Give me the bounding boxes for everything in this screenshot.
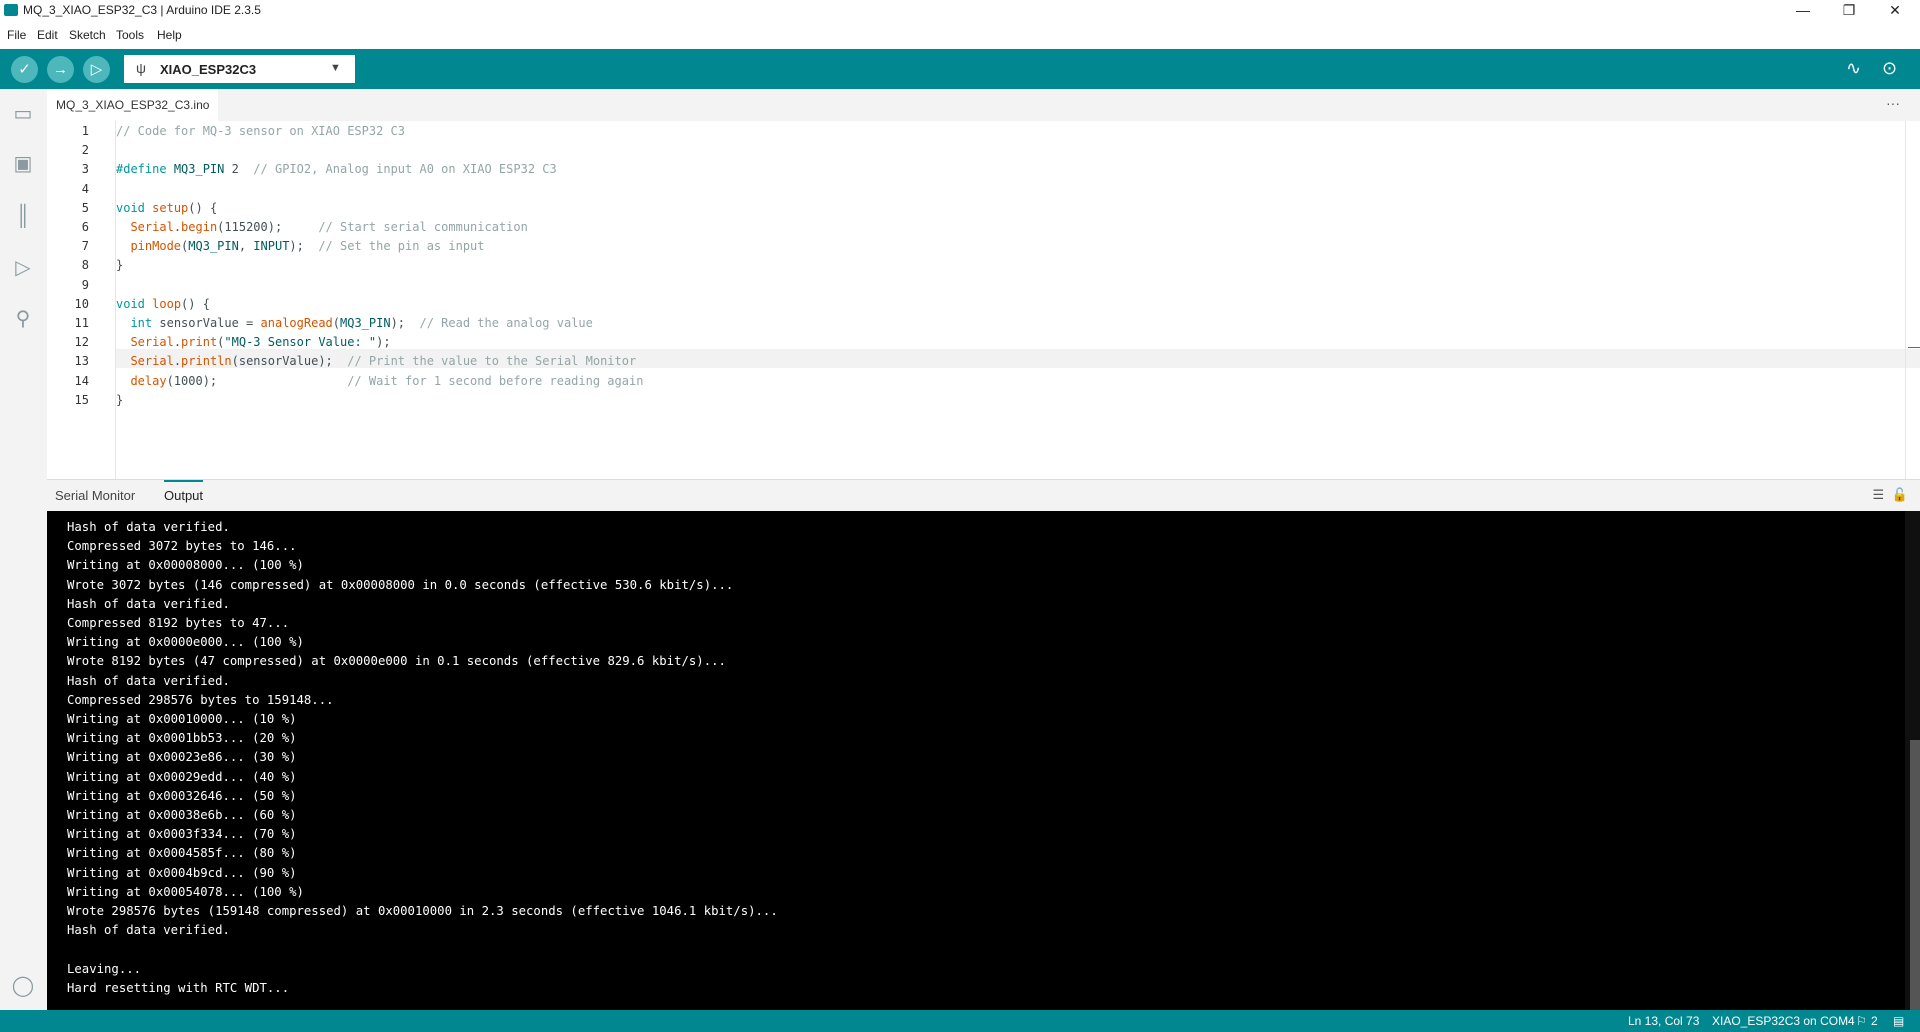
- output-line: Compressed 3072 bytes to 146...: [67, 539, 297, 554]
- output-line: Hash of data verified.: [67, 673, 230, 688]
- line-number: 10: [74, 296, 89, 311]
- line-number: 4: [81, 181, 89, 196]
- menu-file[interactable]: File: [7, 28, 26, 42]
- board-selector[interactable]: ψ XIAO_ESP32C3 ▼: [124, 55, 355, 83]
- verify-icon[interactable]: ✓: [11, 56, 38, 83]
- usb-icon: ψ: [136, 60, 146, 76]
- tab-serial-monitor[interactable]: Serial Monitor: [55, 488, 135, 503]
- board-name: XIAO_ESP32C3: [160, 62, 257, 77]
- output-line: Wrote 8192 bytes (47 compressed) at 0x00…: [67, 654, 726, 669]
- tab-output[interactable]: Output: [164, 480, 204, 503]
- tab-sketch-file[interactable]: MQ_3_XIAO_ESP32_C3.ino: [47, 89, 219, 121]
- code-line[interactable]: }: [116, 258, 123, 277]
- output-line: Writing at 0x0001bb53... (20 %): [67, 731, 297, 746]
- line-number: 6: [81, 220, 89, 234]
- arduino-app-icon: [4, 4, 18, 16]
- output-line: Writing at 0x00010000... (10 %): [67, 712, 297, 726]
- output-line: Hash of data verified.: [67, 596, 230, 611]
- notifications-icon[interactable]: ⚐: [1856, 1014, 1867, 1028]
- output-line: Writing at 0x00038e6b... (60 %): [67, 808, 297, 822]
- profile-icon[interactable]: ◯: [11, 974, 35, 998]
- menu-edit[interactable]: Edit: [37, 28, 58, 42]
- upload-icon[interactable]: →: [47, 56, 74, 83]
- debug-icon[interactable]: ▷: [83, 56, 110, 83]
- code-line[interactable]: pinMode(MQ3_PIN, INPUT); // Set the pin …: [116, 239, 484, 258]
- serial-monitor-icon[interactable]: ⊙: [1882, 58, 1897, 79]
- output-line: Wrote 298576 bytes (159148 compressed) a…: [67, 904, 778, 918]
- line-number: 1: [81, 124, 89, 138]
- boards-manager-icon[interactable]: ▣: [11, 152, 35, 176]
- output-line: Writing at 0x0004b9cd... (90 %): [67, 865, 297, 880]
- line-number: 14: [74, 373, 89, 388]
- output-line: Writing at 0x0000e000... (100 %): [67, 635, 304, 650]
- code-line[interactable]: Serial.println(sensorValue); // Print th…: [116, 354, 636, 373]
- line-number: 2: [81, 143, 89, 158]
- search-icon[interactable]: ⚲: [11, 307, 35, 331]
- editor-tab-bar: MQ_3_XIAO_ESP32_C3.ino ···: [47, 89, 1920, 121]
- output-line: Hard resetting with RTC WDT...: [67, 980, 290, 995]
- output-line: Writing at 0x00023e86... (30 %): [67, 750, 297, 765]
- output-line: Hash of data verified.: [67, 520, 230, 534]
- code-line[interactable]: int sensorValue = analogRead(MQ3_PIN); /…: [116, 316, 592, 335]
- output-line: Writing at 0x0003f334... (70 %): [67, 827, 297, 842]
- line-number: 11: [74, 316, 89, 330]
- code-editor[interactable]: 1 2 3 4 5 6 7 8 9 10 11 12 13 14 15 // Code for MQ-3 s…: [47, 121, 1920, 479]
- minimize-button[interactable]: —: [1780, 0, 1826, 21]
- toolbar: ✓ → ▷ ψ XIAO_ESP32C3 ▼ ∿ ⊙: [0, 49, 1920, 89]
- output-console[interactable]: Hash of data verified. Compressed 3072 by…: [47, 511, 1905, 1010]
- clear-output-icon[interactable]: ☰: [1873, 487, 1885, 502]
- board-port-status[interactable]: XIAO_ESP32C3 on COM4: [1712, 1014, 1855, 1028]
- editor-scrollbar[interactable]: [1905, 121, 1920, 479]
- debug-panel-icon[interactable]: ▷: [11, 256, 35, 280]
- line-number: 13: [74, 354, 89, 369]
- output-line: Writing at 0x00029edd... (40 %): [67, 769, 297, 784]
- output-line: Wrote 3072 bytes (146 compressed) at 0x0…: [67, 577, 734, 592]
- code-line[interactable]: void setup() {: [116, 201, 217, 220]
- line-number: 12: [74, 335, 89, 350]
- output-line: Compressed 298576 bytes to 159148...: [67, 692, 334, 707]
- serial-plotter-icon[interactable]: ∿: [1846, 58, 1861, 79]
- line-number: 15: [74, 392, 89, 407]
- code-line[interactable]: Serial.begin(115200); // Start serial co…: [116, 220, 527, 239]
- output-line: Compressed 8192 bytes to 47...: [67, 616, 290, 630]
- menu-help[interactable]: Help: [157, 28, 182, 42]
- maximize-button[interactable]: ❐: [1826, 0, 1872, 21]
- output-line: Writing at 0x0004585f... (80 %): [67, 846, 297, 861]
- output-line: Writing at 0x00054078... (100 %): [67, 884, 304, 899]
- output-line: Writing at 0x00032646... (50 %): [67, 788, 297, 803]
- sketchbook-icon[interactable]: ▭: [11, 102, 35, 126]
- chevron-down-icon: ▼: [330, 62, 341, 74]
- more-options-icon[interactable]: ···: [1886, 95, 1900, 111]
- code-line[interactable]: Serial.print("MQ-3 Sensor Value: ");: [116, 335, 390, 354]
- line-number: 9: [81, 277, 89, 292]
- cursor-position[interactable]: Ln 13, Col 73: [1628, 1014, 1699, 1028]
- line-number-gutter: 1 2 3 4 5 6 7 8 9 10 11 12 13 14 15: [47, 121, 116, 479]
- title-bar: MQ_3_XIAO_ESP32_C3 | Arduino IDE 2.3.5 —…: [0, 0, 1920, 21]
- line-number: 8: [81, 258, 89, 273]
- code-line[interactable]: #define MQ3_PIN 2 // GPIO2, Analog input…: [116, 162, 557, 181]
- code-line[interactable]: void loop() {: [116, 297, 210, 316]
- activity-bar: ▭ ▣ ║ ▷ ⚲ ◯: [0, 89, 47, 1010]
- window-title: MQ_3_XIAO_ESP32_C3 | Arduino IDE 2.3.5: [23, 3, 261, 17]
- output-line: Writing at 0x00008000... (100 %): [67, 558, 304, 573]
- code-line[interactable]: }: [116, 393, 123, 412]
- code-line[interactable]: // Code for MQ-3 sensor on XIAO ESP32 C3: [116, 124, 405, 143]
- line-number: 3: [81, 162, 89, 177]
- line-number: 5: [81, 200, 89, 215]
- notification-count[interactable]: 2: [1871, 1014, 1878, 1028]
- output-line: Hash of data verified.: [67, 923, 230, 938]
- menu-sketch[interactable]: Sketch: [69, 28, 106, 42]
- menu-tools[interactable]: Tools: [116, 28, 144, 42]
- code-line[interactable]: delay(1000); // Wait for 1 second before…: [116, 374, 643, 393]
- status-bar: Ln 13, Col 73 XIAO_ESP32C3 on COM4 ⚐ 2 ▤: [0, 1010, 1920, 1032]
- output-line: Leaving...: [67, 961, 142, 976]
- output-scrollbar-thumb[interactable]: [1910, 740, 1920, 1010]
- lock-icon[interactable]: 🔓: [1892, 487, 1908, 502]
- panel-tab-bar: Serial Monitor Output ☰ 🔓: [47, 479, 1920, 512]
- close-button[interactable]: ✕: [1872, 0, 1918, 21]
- line-number: 7: [81, 239, 89, 254]
- library-manager-icon[interactable]: ║: [11, 204, 35, 228]
- panel-toggle-icon[interactable]: ▤: [1893, 1014, 1904, 1028]
